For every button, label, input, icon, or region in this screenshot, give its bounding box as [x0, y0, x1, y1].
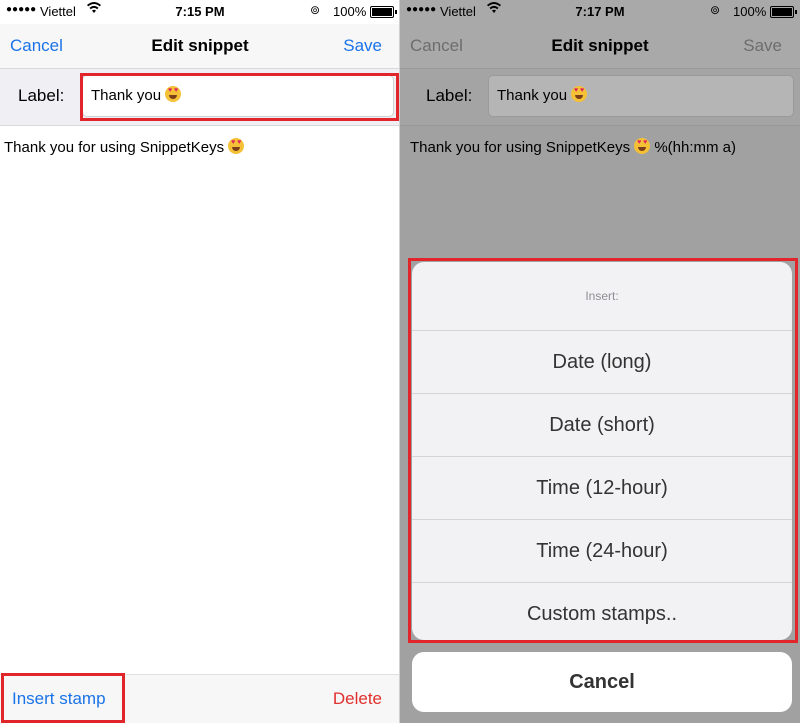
label-row: Label: Thank you [400, 69, 800, 126]
right-screen: ●●●●● Viettel 7:17 PM ⊚ 100% Cancel Edit… [400, 0, 800, 723]
rotation-lock-icon: ⊚ [310, 3, 321, 17]
sheet-item-date-long[interactable]: Date (long) [412, 331, 792, 394]
sheet-cancel-button[interactable]: Cancel [412, 652, 792, 712]
left-screen: ●●●●● Viettel 7:15 PM ⊚ 100% Cancel Edit… [0, 0, 400, 723]
label-input[interactable]: Thank you [82, 75, 394, 117]
label-row: Label: Thank you [0, 69, 400, 126]
insert-action-sheet: Insert: Date (long) Date (short) Time (1… [412, 262, 792, 640]
save-button[interactable]: Save [343, 36, 382, 56]
battery-icon [770, 6, 797, 18]
rotation-lock-icon: ⊚ [710, 3, 721, 17]
save-button: Save [743, 36, 782, 55]
label-caption: Label: [426, 86, 473, 105]
snippet-text: Thank you for using SnippetKeys %(hh:mm … [410, 138, 736, 156]
sheet-item-date-short[interactable]: Date (short) [412, 394, 792, 457]
label-value: Thank you [497, 87, 568, 104]
battery-percent: 100% [733, 4, 767, 19]
insert-stamp-button[interactable]: Insert stamp [12, 689, 106, 709]
battery-percent: 100% [333, 4, 367, 19]
status-bar: ●●●●● Viettel 7:17 PM ⊚ 100% [400, 0, 800, 24]
cancel-button: Cancel [410, 36, 463, 55]
heart-eyes-emoji-icon [228, 138, 245, 154]
time-stamp-token: %(hh:mm a) [654, 139, 736, 156]
label-value: Thank you [91, 87, 162, 104]
battery-icon [370, 6, 397, 18]
label-caption: Label: [18, 86, 65, 105]
bottom-toolbar: Insert stamp Delete [0, 675, 400, 723]
heart-eyes-emoji-icon [571, 86, 588, 102]
status-bar: ●●●●● Viettel 7:15 PM ⊚ 100% [0, 0, 400, 24]
heart-eyes-emoji-icon [634, 138, 651, 154]
snippet-text: Thank you for using SnippetKeys [4, 138, 245, 156]
snippet-text-area[interactable]: Thank you for using SnippetKeys [0, 126, 400, 675]
heart-eyes-emoji-icon [165, 86, 182, 102]
sheet-title: Insert: [412, 262, 792, 331]
sheet-item-time-12-hour[interactable]: Time (12-hour) [412, 457, 792, 520]
nav-bar: Cancel Edit snippet Save [0, 24, 400, 69]
cancel-button[interactable]: Cancel [10, 36, 63, 56]
delete-button[interactable]: Delete [333, 689, 382, 709]
label-input: Thank you [488, 75, 794, 117]
sheet-item-time-24-hour[interactable]: Time (24-hour) [412, 520, 792, 583]
nav-bar: Cancel Edit snippet Save [400, 24, 800, 69]
sheet-item-custom-stamps[interactable]: Custom stamps.. [412, 583, 792, 640]
